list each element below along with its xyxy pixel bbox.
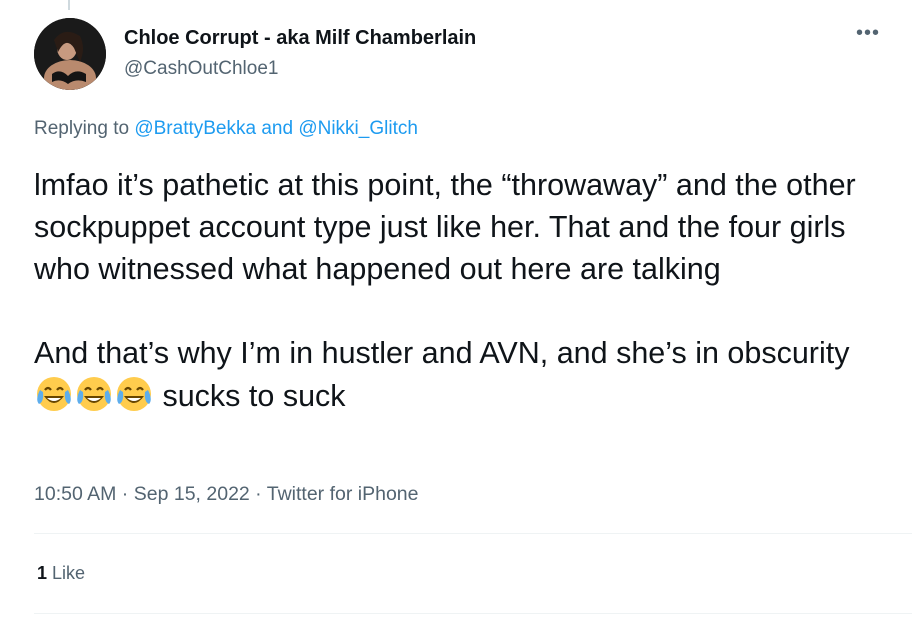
meta-separator: ·	[116, 483, 134, 505]
author-display-name[interactable]: Chloe Corrupt - aka Milf Chamberlain	[124, 27, 476, 50]
tweet-text-fragment: sucks to suck	[154, 379, 346, 413]
likes-count-link[interactable]: 1 Like	[37, 563, 85, 584]
tweet-metadata: 10:50 AM · Sep 15, 2022 · Twitter for iP…	[34, 483, 418, 506]
thread-connector-line	[68, 0, 70, 10]
face-with-tears-of-joy-icon	[117, 377, 151, 411]
divider	[34, 533, 912, 534]
divider	[34, 613, 912, 614]
tweet-time[interactable]: 10:50 AM	[34, 483, 116, 505]
tweet-paragraph: lmfao it’s pathetic at this point, the “…	[34, 168, 856, 286]
reply-mention-link[interactable]: @BrattyBekka	[134, 118, 256, 139]
tweet-text: lmfao it’s pathetic at this point, the “…	[34, 164, 894, 417]
likes-count: 1	[37, 563, 48, 583]
replying-to: Replying to @BrattyBekka and @Nikki_Glit…	[34, 118, 418, 140]
reply-mention-link[interactable]: @Nikki_Glitch	[298, 118, 418, 139]
tweet-paragraph: And that’s why I’m in hustler and AVN, a…	[34, 332, 894, 417]
avatar[interactable]	[34, 18, 106, 90]
tweet-date[interactable]: Sep 15, 2022	[134, 483, 250, 505]
meta-separator: ·	[249, 483, 267, 505]
replying-prefix: Replying to	[34, 118, 135, 139]
face-with-tears-of-joy-icon	[77, 377, 111, 411]
author-handle[interactable]: @CashOutChloe1	[124, 58, 278, 80]
avatar-image	[34, 18, 106, 90]
face-with-tears-of-joy-icon	[37, 377, 71, 411]
tweet-text-fragment: And that’s why I’m in hustler and AVN, a…	[34, 336, 850, 370]
tweet-source[interactable]: Twitter for iPhone	[267, 483, 419, 505]
likes-label: Like	[47, 563, 86, 583]
more-horizontal-icon[interactable]: •••	[856, 22, 880, 45]
reply-mention-joiner[interactable]: and	[256, 118, 298, 139]
